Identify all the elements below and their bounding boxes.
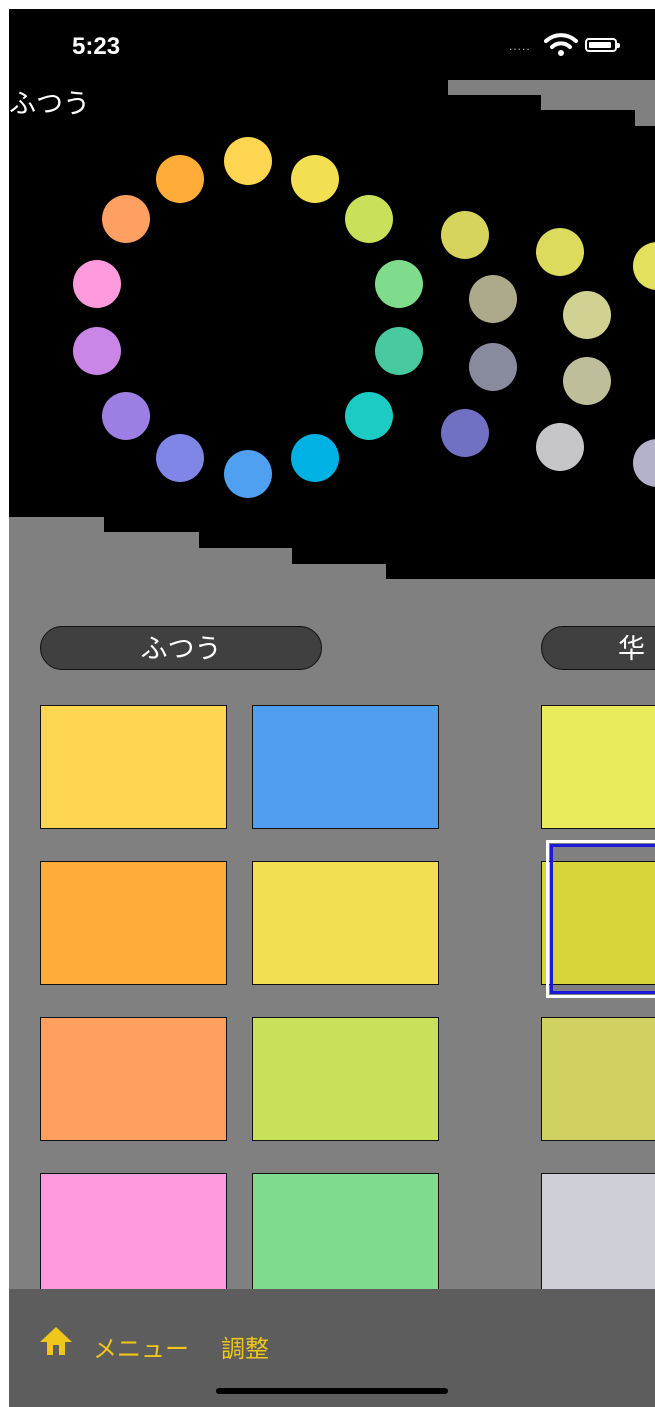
color-dot[interactable] <box>73 260 121 308</box>
color-dot[interactable] <box>224 450 272 498</box>
color-dot[interactable] <box>563 357 611 405</box>
color-dot[interactable] <box>633 439 655 487</box>
color-dot[interactable] <box>441 409 489 457</box>
color-swatch[interactable] <box>252 1017 439 1141</box>
grey-step-shape <box>635 110 655 126</box>
section-button-normal[interactable]: ふつう <box>40 626 322 670</box>
color-dot[interactable] <box>345 392 393 440</box>
color-dot[interactable] <box>375 327 423 375</box>
menu-button[interactable]: メニュー <box>93 1329 189 1364</box>
color-dot[interactable] <box>156 434 204 482</box>
color-swatch[interactable] <box>40 1017 227 1141</box>
color-dot[interactable] <box>633 242 655 290</box>
screen-title: ふつう <box>9 89 90 119</box>
color-dot[interactable] <box>156 155 204 203</box>
color-swatch[interactable] <box>40 705 227 829</box>
color-dot[interactable] <box>469 343 517 391</box>
color-dot[interactable] <box>536 228 584 276</box>
selection-highlight-inner <box>550 844 655 994</box>
color-dot[interactable] <box>345 195 393 243</box>
color-dot[interactable] <box>102 195 150 243</box>
grey-step-shape <box>541 95 655 110</box>
color-dot[interactable] <box>375 260 423 308</box>
color-dot[interactable] <box>469 275 517 323</box>
color-swatch[interactable] <box>252 1173 439 1297</box>
color-dot[interactable] <box>73 327 121 375</box>
status-time: 5:23 <box>72 33 121 60</box>
app-screen: 5:23 ..... ふつう ふつう 华 メニュー 調整 <box>9 9 655 1407</box>
status-bar: 5:23 ..... <box>9 9 655 69</box>
section-button-second[interactable]: 华 <box>541 626 655 670</box>
color-dot[interactable] <box>102 392 150 440</box>
wifi-icon <box>544 33 578 56</box>
color-dot[interactable] <box>563 291 611 339</box>
color-dot[interactable] <box>536 423 584 471</box>
cellular-signal-icon: ..... <box>509 39 531 53</box>
adjust-button[interactable]: 調整 <box>221 1329 269 1364</box>
home-icon[interactable] <box>38 1325 74 1357</box>
home-indicator <box>216 1388 448 1394</box>
color-dot[interactable] <box>224 137 272 185</box>
color-dot[interactable] <box>291 434 339 482</box>
color-swatch[interactable] <box>252 861 439 985</box>
color-swatch[interactable] <box>541 1017 655 1141</box>
grey-step-shape <box>448 80 655 95</box>
color-swatch[interactable] <box>40 1173 227 1297</box>
color-swatch[interactable] <box>541 1173 655 1297</box>
color-dot[interactable] <box>291 155 339 203</box>
color-swatch[interactable] <box>541 705 655 829</box>
battery-icon <box>585 38 620 52</box>
color-swatch[interactable] <box>252 705 439 829</box>
color-dot[interactable] <box>441 211 489 259</box>
color-swatch[interactable] <box>40 861 227 985</box>
